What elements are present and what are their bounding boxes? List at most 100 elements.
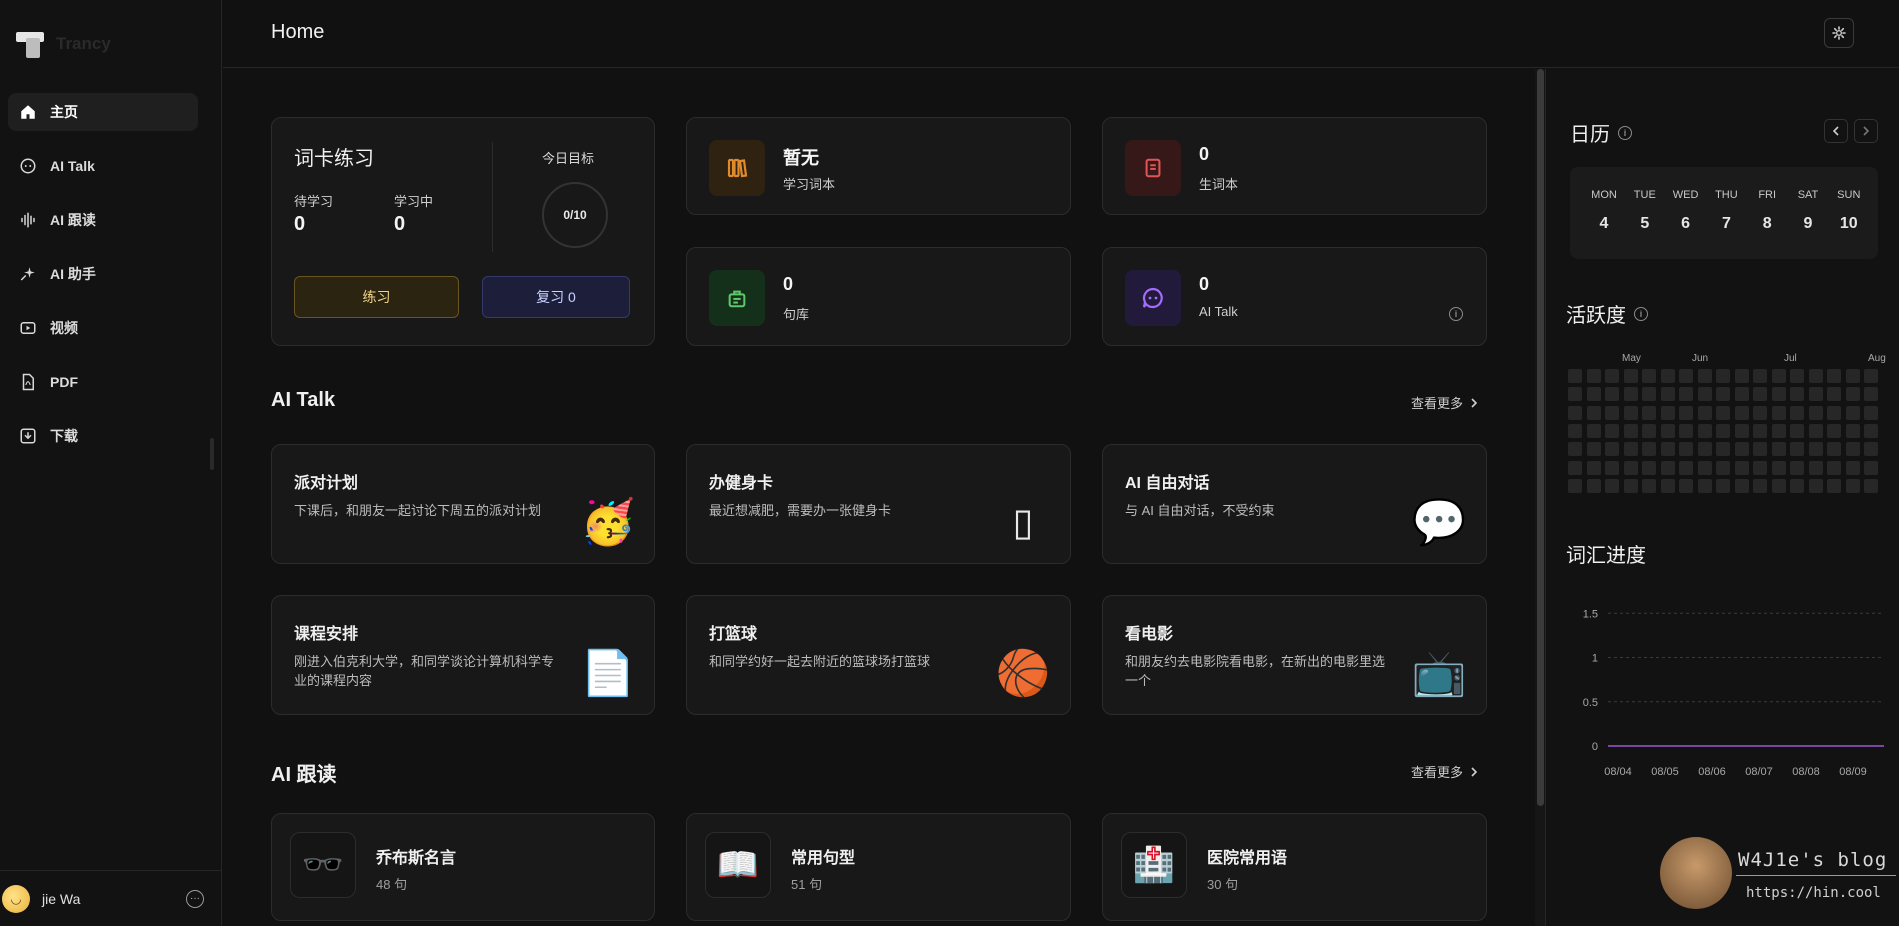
sidebar-item-video[interactable]: 视频 <box>8 309 198 347</box>
stat-card-wordbook[interactable]: 暂无 学习词本 <box>686 117 1071 215</box>
heatmap-cell[interactable] <box>1623 387 1638 402</box>
heatmap-cell[interactable] <box>1642 387 1656 402</box>
heatmap-cell[interactable] <box>1864 478 1878 493</box>
stat-card-new-words[interactable]: 0 生词本 <box>1102 117 1487 215</box>
heatmap-cell[interactable] <box>1753 478 1767 493</box>
heatmap-cell[interactable] <box>1716 442 1730 457</box>
stat-card-ai-talk[interactable]: 0 AI Talk i <box>1102 247 1487 346</box>
heatmap-cell[interactable] <box>1771 387 1786 402</box>
heatmap-cell[interactable] <box>1660 369 1675 383</box>
heatmap-cell[interactable] <box>1568 405 1582 420</box>
heatmap-cell[interactable] <box>1642 460 1656 475</box>
calendar-date[interactable]: 9 <box>1788 215 1828 233</box>
topic-card[interactable]: 派对计划 下课后，和朋友一起讨论下周五的派对计划 🥳 <box>271 444 655 564</box>
calendar-date[interactable]: 4 <box>1584 215 1624 233</box>
heatmap-cell[interactable] <box>1827 478 1841 493</box>
settings-button[interactable] <box>1824 18 1854 48</box>
heatmap-cell[interactable] <box>1660 387 1675 402</box>
heatmap-cell[interactable] <box>1679 478 1693 493</box>
heatmap-cell[interactable] <box>1845 460 1860 475</box>
sidebar-item-home[interactable]: 主页 <box>8 93 198 131</box>
heatmap-cell[interactable] <box>1864 387 1878 402</box>
sidebar-resize-handle[interactable] <box>210 438 214 470</box>
heatmap-cell[interactable] <box>1790 369 1804 383</box>
heatmap-cell[interactable] <box>1568 369 1582 383</box>
heatmap-cell[interactable] <box>1623 442 1638 457</box>
read-card[interactable]: 🕶️ 乔布斯名言 48 句 <box>271 813 655 921</box>
heatmap-cell[interactable] <box>1771 423 1786 438</box>
heatmap-cell[interactable] <box>1568 423 1582 438</box>
heatmap-cell[interactable] <box>1605 387 1619 402</box>
heatmap-cell[interactable] <box>1586 387 1601 402</box>
heatmap-cell[interactable] <box>1716 478 1730 493</box>
heatmap-cell[interactable] <box>1827 369 1841 383</box>
heatmap-cell[interactable] <box>1716 405 1730 420</box>
heatmap-cell[interactable] <box>1808 405 1823 420</box>
heatmap-cell[interactable] <box>1734 478 1749 493</box>
heatmap-cell[interactable] <box>1864 405 1878 420</box>
heatmap-cell[interactable] <box>1753 442 1767 457</box>
calendar-next-button[interactable] <box>1854 119 1878 143</box>
heatmap-cell[interactable] <box>1605 405 1619 420</box>
heatmap-cell[interactable] <box>1790 405 1804 420</box>
stat-card-sentences[interactable]: 0 句库 <box>686 247 1071 346</box>
heatmap-cell[interactable] <box>1586 442 1601 457</box>
heatmap-cell[interactable] <box>1790 423 1804 438</box>
practice-button[interactable]: 练习 <box>294 276 459 318</box>
calendar-date[interactable]: 8 <box>1747 215 1787 233</box>
heatmap-cell[interactable] <box>1679 369 1693 383</box>
heatmap-cell[interactable] <box>1568 442 1582 457</box>
heatmap-cell[interactable] <box>1697 478 1712 493</box>
scrollbar-thumb[interactable] <box>1537 69 1544 806</box>
heatmap-cell[interactable] <box>1697 369 1712 383</box>
sidebar-item-download[interactable]: 下载 <box>8 417 198 455</box>
heatmap-cell[interactable] <box>1605 369 1619 383</box>
heatmap-cell[interactable] <box>1753 460 1767 475</box>
heatmap-cell[interactable] <box>1734 369 1749 383</box>
heatmap-cell[interactable] <box>1827 460 1841 475</box>
heatmap-cell[interactable] <box>1827 405 1841 420</box>
calendar-date[interactable]: 6 <box>1666 215 1706 233</box>
ai-talk-see-more[interactable]: 查看更多 <box>1411 393 1479 412</box>
topic-card[interactable]: 办健身卡 最近想减肥，需要办一张健身卡 ▯ <box>686 444 1071 564</box>
topic-card[interactable]: 看电影 和朋友约去电影院看电影，在新出的电影里选一个 📺 <box>1102 595 1487 715</box>
heatmap-cell[interactable] <box>1586 478 1601 493</box>
heatmap-cell[interactable] <box>1605 478 1619 493</box>
heatmap-cell[interactable] <box>1845 478 1860 493</box>
heatmap-cell[interactable] <box>1790 442 1804 457</box>
review-button[interactable]: 复习 0 <box>482 276 630 318</box>
heatmap-cell[interactable] <box>1808 460 1823 475</box>
heatmap-cell[interactable] <box>1753 423 1767 438</box>
calendar-date[interactable]: 5 <box>1625 215 1665 233</box>
heatmap-cell[interactable] <box>1642 369 1656 383</box>
heatmap-cell[interactable] <box>1808 387 1823 402</box>
heatmap-cell[interactable] <box>1790 387 1804 402</box>
topic-card[interactable]: 打篮球 和同学约好一起去附近的篮球场打篮球 🏀 <box>686 595 1071 715</box>
info-icon[interactable]: i <box>1618 125 1632 140</box>
topic-card[interactable]: AI 自由对话 与 AI 自由对话，不受约束 💬 <box>1102 444 1487 564</box>
sidebar-item-ai-talk[interactable]: AI Talk <box>8 147 198 185</box>
heatmap-cell[interactable] <box>1771 442 1786 457</box>
calendar-prev-button[interactable] <box>1824 119 1848 143</box>
heatmap-cell[interactable] <box>1623 460 1638 475</box>
heatmap-cell[interactable] <box>1716 369 1730 383</box>
heatmap-cell[interactable] <box>1734 423 1749 438</box>
heatmap-cell[interactable] <box>1568 478 1582 493</box>
calendar-date[interactable]: 10 <box>1829 215 1869 233</box>
heatmap-cell[interactable] <box>1586 423 1601 438</box>
info-icon[interactable]: i <box>1634 306 1648 321</box>
heatmap-cell[interactable] <box>1586 369 1601 383</box>
heatmap-cell[interactable] <box>1642 405 1656 420</box>
avatar[interactable]: ◡ <box>2 884 30 913</box>
heatmap-cell[interactable] <box>1827 423 1841 438</box>
heatmap-cell[interactable] <box>1790 478 1804 493</box>
heatmap-cell[interactable] <box>1660 442 1675 457</box>
heatmap-cell[interactable] <box>1679 442 1693 457</box>
heatmap-cell[interactable] <box>1679 387 1693 402</box>
heatmap-cell[interactable] <box>1623 478 1638 493</box>
heatmap-cell[interactable] <box>1697 405 1712 420</box>
sidebar-item-ai-assistant[interactable]: AI 助手 <box>8 255 198 293</box>
heatmap-cell[interactable] <box>1642 423 1656 438</box>
heatmap-cell[interactable] <box>1827 387 1841 402</box>
heatmap-cell[interactable] <box>1864 442 1878 457</box>
